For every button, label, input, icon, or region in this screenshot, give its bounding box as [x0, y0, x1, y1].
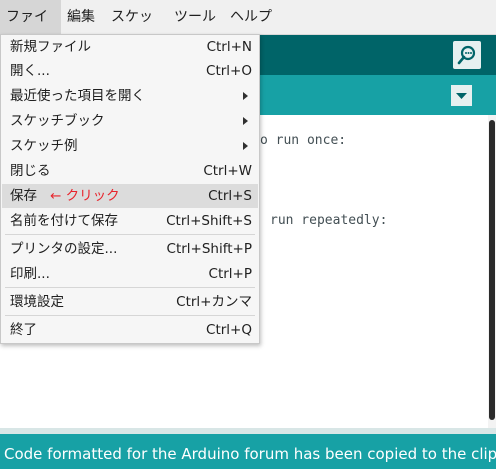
menu-sketch[interactable]: スケッチ	[105, 0, 168, 59]
code-line-setup: o run once:	[260, 133, 347, 148]
menu-item-shortcut: Ctrl+S	[208, 188, 252, 204]
menu-item-open[interactable]: 開く... Ctrl+O	[2, 59, 258, 83]
menu-separator	[5, 315, 255, 316]
serial-monitor-button[interactable]	[453, 41, 481, 69]
code-line-loop: run repeatedly:	[270, 213, 388, 228]
menu-item-label: 保存	[10, 188, 37, 204]
menu-item-shortcut: Ctrl+W	[203, 163, 252, 179]
menu-tools[interactable]: ツール	[168, 0, 224, 34]
menu-item-label: 新規ファイル	[10, 39, 91, 55]
menu-item-examples[interactable]: スケッチ例	[2, 134, 258, 158]
submenu-arrow-icon	[243, 92, 248, 100]
menu-item-shortcut: Ctrl+Shift+P	[166, 241, 252, 257]
menu-item-shortcut: Ctrl+カンマ	[176, 294, 252, 310]
menu-item-open-recent[interactable]: 最近使った項目を開く	[2, 84, 258, 108]
menu-item-label: スケッチ例	[10, 138, 78, 154]
file-menu-dropdown: 新規ファイル Ctrl+N 開く... Ctrl+O 最近使った項目を開く スケ…	[0, 34, 260, 344]
menu-item-page-setup[interactable]: プリンタの設定... Ctrl+Shift+P	[2, 237, 258, 261]
menu-item-label: 閉じる	[10, 163, 51, 179]
menu-item-label: 最近使った項目を開く	[10, 88, 145, 104]
menu-item-label: 印刷...	[10, 266, 50, 282]
menu-item-label: スケッチブック	[10, 113, 105, 129]
menu-help[interactable]: ヘルプ	[224, 0, 280, 34]
chevron-down-icon	[456, 93, 467, 99]
menu-item-save-as[interactable]: 名前を付けて保存 Ctrl+Shift+S	[2, 209, 258, 233]
menu-item-preferences[interactable]: 環境設定 Ctrl+カンマ	[2, 290, 258, 314]
menu-item-quit[interactable]: 終了 Ctrl+Q	[2, 318, 258, 342]
menu-bar: ファイル 編集 スケッチ ツール ヘルプ	[0, 0, 496, 59]
menu-item-shortcut: Ctrl+O	[206, 63, 252, 79]
menu-separator	[5, 234, 255, 235]
menu-item-sketchbook[interactable]: スケッチブック	[2, 109, 258, 133]
menu-item-save[interactable]: 保存 ← クリック Ctrl+S	[2, 184, 258, 208]
menu-item-shortcut: Ctrl+N	[206, 39, 252, 55]
menu-item-print[interactable]: 印刷... Ctrl+P	[2, 262, 258, 286]
menu-item-label: 開く...	[10, 63, 50, 79]
menu-item-new[interactable]: 新規ファイル Ctrl+N	[2, 35, 258, 59]
menu-item-label: 終了	[10, 322, 37, 338]
menu-item-shortcut: Ctrl+Q	[206, 322, 252, 338]
status-message: Code formatted for the Arduino forum has…	[4, 445, 496, 463]
menu-file[interactable]: ファイル	[0, 0, 61, 59]
submenu-arrow-icon	[243, 142, 248, 150]
menu-item-label: 環境設定	[10, 294, 64, 310]
menu-item-shortcut: Ctrl+P	[208, 266, 252, 282]
menu-item-label: 名前を付けて保存	[10, 213, 118, 229]
menu-item-shortcut: Ctrl+Shift+S	[166, 213, 252, 229]
magnifier-icon	[457, 45, 476, 65]
status-bar: Code formatted for the Arduino forum has…	[0, 434, 496, 469]
menu-edit[interactable]: 編集	[61, 0, 105, 34]
scrollbar-thumb[interactable]	[489, 120, 495, 420]
menu-separator	[5, 287, 255, 288]
click-annotation: ← クリック	[50, 188, 120, 204]
tab-menu-button[interactable]	[451, 85, 472, 106]
submenu-arrow-icon	[243, 117, 248, 125]
menu-item-close[interactable]: 閉じる Ctrl+W	[2, 159, 258, 183]
menu-item-label: プリンタの設定...	[10, 241, 118, 257]
